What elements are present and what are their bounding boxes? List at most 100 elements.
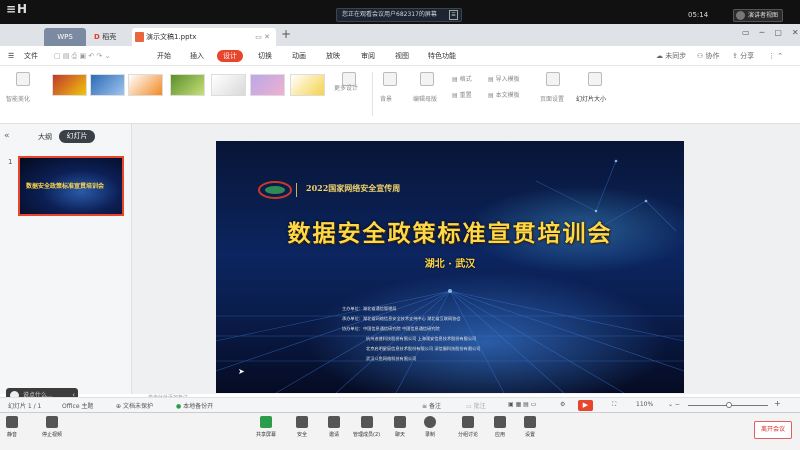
design-theme-1[interactable] [52,74,87,96]
zoom-slider-handle[interactable] [726,402,732,408]
meeting-top-bar: ≡H 您正在观看会议用户682317的屏幕 ☰ 05:14 演讲者视图 [0,0,800,24]
sync-status[interactable]: ☁ 未同步 [656,50,686,62]
screen-share-notice[interactable]: 您正在观看会议用户682317的屏幕 ☰ [336,8,462,22]
local-backup[interactable]: ● 本地备份开 [176,401,213,410]
menu-file[interactable]: 文件 [24,50,38,62]
tab-templates[interactable]: D 稻壳 [90,28,130,46]
fit-window-icon[interactable]: ⛶ [612,401,616,409]
menu-slideshow[interactable]: 放映 [326,50,340,62]
collaborate-button[interactable]: ⚇ 协作 [697,50,720,62]
view-options-icon[interactable]: ☰ [449,10,458,20]
chat-icon [394,416,406,428]
menu-start[interactable]: 开始 [157,50,171,62]
manage-members-button[interactable]: 管理成员(2) [353,416,380,438]
window-controls[interactable]: ▭─▢✕ [742,28,800,37]
zoom-slider[interactable] [688,402,768,408]
breakout-button[interactable]: 分组讨论 [458,416,478,438]
design-theme-7[interactable] [290,74,325,96]
tab-wps-home[interactable]: WPS [44,28,86,46]
view-mode-icons[interactable]: ▣ ▦ ▤ ▭ [508,401,536,408]
organizer-line: 主办单位：湖北省通信管理局 [342,306,397,311]
quick-access-icons[interactable]: ▢ ▤ ⎙ ▣ ↶ ↷ ⌄ [54,50,110,62]
design-theme-6[interactable] [250,74,285,96]
record-label: 录制 [424,432,435,438]
menu-features[interactable]: 特色功能 [428,50,456,62]
record-button[interactable]: 录制 [424,416,436,438]
chat-button[interactable]: 聊天 [394,416,406,438]
current-slide[interactable]: 2022国家网络安全宣传周 数据安全政策标准宣贯培训会 湖北 · 武汉 主办单位… [216,141,684,393]
slideshow-settings-icon[interactable]: ⚙ [560,401,565,408]
zoom-options-icon[interactable]: ⌄ − [668,401,680,408]
mute-button[interactable]: 静音 [6,416,18,438]
reset-button[interactable]: ▤ 重置 [452,90,472,99]
annotate-toggle[interactable]: ▭ 批注 [466,401,486,410]
record-icon [424,416,436,428]
video-camera-icon [46,416,58,428]
status-bar: 幻灯片 1 / 1 Office 主题 ⊕ 文档未保护 ● 本地备份开 ≡ 备注… [0,397,800,412]
tab-document[interactable]: 演示文稿1.pptx ▭ ✕ [132,28,276,46]
edit-master-label[interactable]: 编辑母版 [413,94,437,103]
protection-icon: ⊕ [116,403,123,410]
meeting-timer: 05:14 [688,11,709,19]
screen-share-text: 您正在观看会议用户682317的屏幕 [342,11,437,18]
design-theme-3[interactable] [128,74,163,96]
hamburger-menu-icon[interactable]: ☰ [8,50,14,62]
new-tab-icon[interactable]: + [281,27,291,41]
smart-beautify-icon[interactable] [16,72,30,86]
stop-video-button[interactable]: 停止视频 [42,416,62,438]
apps-button[interactable]: 应用 [494,416,506,438]
text-template-button[interactable]: ▤ 本文模板 [488,90,520,99]
import-template-button[interactable]: ▤ 导入模板 [488,74,520,83]
share-screen-label: 共享屏幕 [256,432,277,438]
screen: ≡H 您正在观看会议用户682317的屏幕 ☰ 05:14 演讲者视图 WPS … [0,0,800,450]
notes-icon: ≡ [422,403,429,410]
security-button[interactable]: 安全 [296,416,308,438]
zoom-in-icon[interactable]: + [774,399,781,408]
notes-toggle[interactable]: ≡ 备注 [422,401,441,410]
smart-beautify-label[interactable]: 智能美化 [6,94,30,103]
annotate-icon: ▭ [466,403,474,410]
chat-label: 聊天 [394,432,405,438]
format-icon: ▤ [452,76,460,83]
more-design-label[interactable]: 更多设计 [334,83,358,92]
invite-button[interactable]: 邀请 [328,416,340,438]
background-label[interactable]: 背景 [380,94,392,103]
menu-animation[interactable]: 动画 [292,50,306,62]
document-protection[interactable]: ⊕ 文档未保护 [116,401,153,410]
event-name: 2022国家网络安全宣传周 [306,183,401,193]
tab-close-icon[interactable]: ▭ ✕ [255,28,270,46]
format-button[interactable]: ▤ 格式 [452,74,472,83]
leave-meeting-button[interactable]: 离开会议 [754,421,792,439]
slide-thumbnail[interactable]: 数据安全政策标准宣贯培训会 [18,156,124,216]
menu-review[interactable]: 审阅 [361,50,375,62]
design-theme-5[interactable] [211,74,246,96]
menu-insert[interactable]: 插入 [190,50,204,62]
reset-label: 重置 [459,92,472,99]
collapse-panel-icon[interactable]: « [4,131,10,141]
settings-icon [524,416,536,428]
mute-label: 静音 [6,432,17,438]
share-button[interactable]: ⇪ 分享 [732,50,754,62]
edit-master-icon[interactable] [420,72,434,86]
play-slideshow-icon[interactable]: ▶ [578,400,593,411]
menu-transition[interactable]: 切换 [258,50,272,62]
page-setup-icon[interactable] [546,72,560,86]
tab-outline[interactable]: 大纲 [38,132,52,142]
share-screen-icon [260,416,272,428]
share-screen-button[interactable]: 共享屏幕 [256,416,276,438]
slide-size-label[interactable]: 幻灯片大小 [576,94,606,103]
menu-design[interactable]: 设计 [217,50,243,62]
slide-canvas: 2022国家网络安全宣传周 数据安全政策标准宣贯培训会 湖北 · 武汉 主办单位… [132,124,800,401]
slide-size-icon[interactable] [588,72,602,86]
page-setup-label[interactable]: 页面设置 [540,94,564,103]
organizer-line: 北京启明星辰信息技术股份有限公司 深信服科技股份有限公司 [366,346,481,351]
speaker-view-button[interactable]: 演讲者视图 [733,9,783,22]
settings-button[interactable]: 设置 [524,416,536,438]
slide-thumbnail-number: 1 [8,158,13,166]
background-icon[interactable] [383,72,397,86]
menu-view[interactable]: 视图 [395,50,409,62]
design-theme-2[interactable] [90,74,125,96]
tab-slides[interactable]: 幻灯片 [59,130,95,143]
more-options-icon[interactable]: ⋮ ⌃ [768,50,783,62]
design-theme-4[interactable] [170,74,205,96]
